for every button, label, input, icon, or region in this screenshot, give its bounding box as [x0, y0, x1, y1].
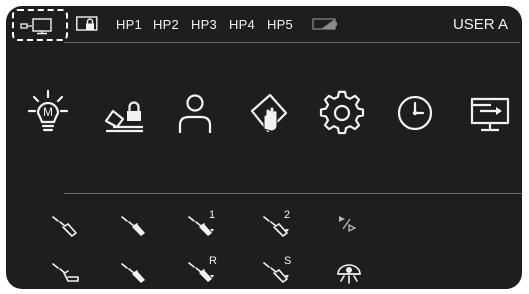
instrument-3-label: 1 [209, 209, 215, 221]
clock-icon[interactable] [393, 89, 437, 137]
display-mode-icon [20, 18, 60, 35]
user-profile-icon[interactable] [173, 89, 217, 137]
locked-instrument-icon[interactable] [103, 89, 147, 137]
display-mode-button[interactable] [12, 9, 68, 41]
middle-divider [64, 193, 522, 194]
instrument-4-label: 2 [284, 209, 290, 221]
tab-hp3[interactable]: HP3 [191, 17, 217, 32]
device-screen: HP1 HP2 HP3 HP4 HP5 USER A M 1 2 R S [6, 6, 522, 289]
screen-output-icon[interactable] [468, 89, 512, 137]
top-bar: HP1 HP2 HP3 HP4 HP5 USER A [6, 6, 522, 44]
instrument-4-icon[interactable]: 2 [261, 206, 291, 237]
operating-light-icon[interactable] [336, 260, 366, 288]
tab-hp2[interactable]: HP2 [153, 17, 179, 32]
tab-hp1[interactable]: HP1 [116, 17, 142, 32]
user-label[interactable]: USER A [453, 16, 508, 33]
instrument-8-icon[interactable]: S [261, 252, 291, 283]
svg-text:M: M [43, 105, 53, 119]
instrument-5-icon[interactable] [50, 259, 80, 287]
top-divider [64, 42, 520, 43]
hygiene-touch-icon[interactable] [246, 89, 290, 137]
instrument-7-icon[interactable]: R [186, 252, 217, 282]
instrument-6-icon[interactable] [119, 259, 149, 287]
instrument-1-icon[interactable] [50, 212, 80, 240]
tab-hp4[interactable]: HP4 [229, 17, 255, 32]
lock-screen-icon[interactable] [76, 15, 98, 32]
instrument-3-icon[interactable]: 1 [186, 206, 216, 236]
instrument-8-label: S [284, 255, 291, 267]
tab-hp5[interactable]: HP5 [267, 17, 293, 32]
battery-icon [312, 18, 338, 30]
settings-icon[interactable] [319, 89, 365, 137]
instrument-2-icon[interactable] [119, 212, 149, 240]
play-step-icon[interactable] [336, 213, 366, 241]
instrument-7-label: R [209, 255, 217, 267]
maintenance-light-icon[interactable]: M [26, 89, 70, 137]
